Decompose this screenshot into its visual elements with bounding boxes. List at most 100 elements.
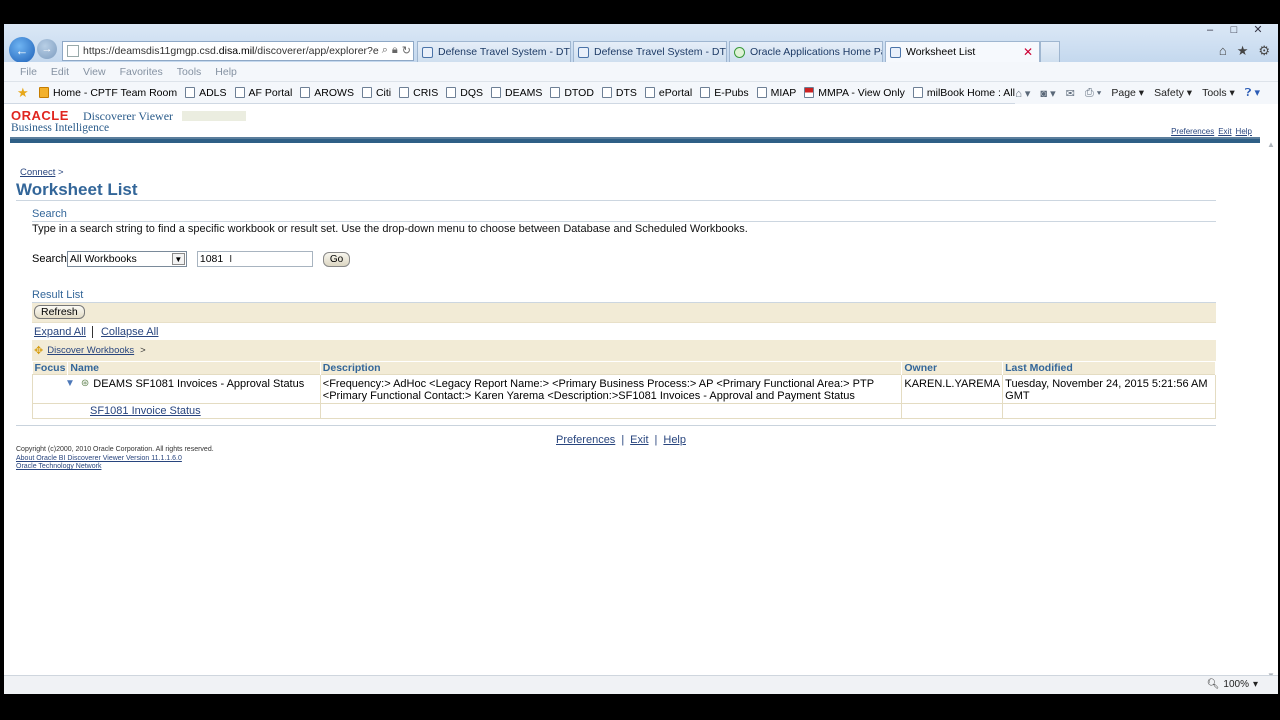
forward-arrow-icon: → <box>41 43 53 55</box>
home-icon[interactable]: ⌂ <box>1219 43 1227 59</box>
global-help-link[interactable]: Help <box>1236 127 1252 136</box>
footer-preferences-link[interactable]: Preferences <box>556 434 615 446</box>
search-input[interactable]: 1081 I <box>196 251 313 267</box>
collapse-triangle-icon[interactable]: ▼ <box>65 378 75 390</box>
close-window-icon[interactable]: ✕ <box>1246 24 1270 38</box>
fav-item-mmpa[interactable]: MMPA - View Only <box>804 87 905 99</box>
search-help-text: Type in a search string to find a specif… <box>32 223 748 235</box>
settings-gear-icon[interactable]: ⚙ <box>1258 43 1270 59</box>
fav-label: Citi <box>375 86 392 99</box>
tools-menu-label: Tools <box>1202 87 1227 99</box>
collapse-all-link[interactable]: Collapse All <box>101 326 158 338</box>
search-icon[interactable]: ⌕ <box>382 44 388 57</box>
menu-tools[interactable]: Tools <box>177 66 202 78</box>
search-scope-select[interactable]: All Workbooks ▼ <box>66 251 187 267</box>
link-separator <box>91 325 93 338</box>
close-tab-icon[interactable]: ✕ <box>1023 45 1033 59</box>
go-button[interactable]: Go <box>322 251 351 267</box>
chevron-down-icon[interactable]: ▾ <box>1253 679 1258 690</box>
fav-page-icon <box>601 87 612 98</box>
menu-favorites[interactable]: Favorites <box>120 66 163 78</box>
tab-dts-1[interactable]: Defense Travel System - DTS <box>417 41 571 62</box>
fav-item-dqs[interactable]: DQS <box>446 87 483 99</box>
page-menu-label: Page <box>1111 87 1136 99</box>
home-page-icon[interactable]: ⌂ ▾ <box>1015 87 1030 100</box>
menu-help[interactable]: Help <box>215 66 237 78</box>
fav-item-citi[interactable]: Citi <box>361 86 392 99</box>
tab-oracle-apps[interactable]: Oracle Applications Home Page <box>729 41 883 62</box>
refresh-icon[interactable]: ↻ <box>402 44 411 57</box>
add-favorite-star-icon[interactable]: ★ <box>17 85 31 101</box>
search-query: 1081 <box>199 253 224 265</box>
safety-menu[interactable]: Safety ▾ <box>1154 87 1192 99</box>
search-scope-value: All Workbooks <box>69 253 137 265</box>
favorites-star-icon[interactable]: ★ <box>1237 43 1249 59</box>
fav-label: AF Portal <box>248 86 293 99</box>
address-bar[interactable]: https://deamsdis11gmgp.csd. disa.mil/disc… <box>62 41 414 61</box>
expand-all-link[interactable]: Expand All <box>34 326 86 338</box>
page-icon <box>67 45 79 57</box>
fav-item-eportal[interactable]: ePortal <box>644 86 693 99</box>
fav-label: ePortal <box>658 86 693 99</box>
menu-file[interactable]: File <box>20 66 37 78</box>
url-prefix: https://deamsdis11gmgp.csd. <box>83 45 219 57</box>
fav-item-cris[interactable]: CRIS <box>399 87 438 99</box>
breadcrumb-connect[interactable]: Connect <box>20 167 55 178</box>
text-cursor-icon: I <box>229 253 233 265</box>
feeds-icon[interactable]: ◙ ▾ <box>1040 87 1055 100</box>
flag-icon <box>804 87 815 98</box>
tab-worksheet-list[interactable]: Worksheet List ✕ <box>885 41 1040 62</box>
product-banner-fade <box>182 111 246 121</box>
zoom-level: 100% <box>1223 679 1249 690</box>
vertical-scrollbar[interactable]: ▲ ▼ <box>1266 140 1276 680</box>
page-content: ORACLE Discoverer Viewer Business Intell… <box>4 105 1278 680</box>
back-button[interactable]: ← <box>9 37 35 63</box>
worksheet-link[interactable]: SF1081 Invoice Status <box>35 405 201 417</box>
fav-item-miap[interactable]: MIAP <box>756 87 796 99</box>
result-toolbar: Refresh <box>32 303 1216 322</box>
tab-dts-2[interactable]: Defense Travel System - DTS <box>573 41 727 62</box>
chevron-down-icon[interactable]: ▼ <box>171 253 185 265</box>
fav-item-deams[interactable]: DEAMS <box>491 87 542 99</box>
fav-label: CRIS <box>413 86 439 99</box>
footer-exit-link[interactable]: Exit <box>630 434 648 446</box>
workbook-icon: ⊛ <box>80 378 90 389</box>
fav-item-dts[interactable]: DTS <box>601 87 637 99</box>
fav-item-dtod[interactable]: DTOD <box>550 87 594 99</box>
fav-item-cptf[interactable]: Home - CPTF Team Room <box>39 87 177 99</box>
global-exit-link[interactable]: Exit <box>1218 127 1231 136</box>
tools-menu[interactable]: Tools ▾ <box>1202 87 1235 99</box>
command-bar: ⌂ ▾ ◙ ▾ ✉ ⎙ ▾ Page ▾ Safety ▾ Tools ▾ ❓︎… <box>1015 82 1278 104</box>
search-row: Search All Workbooks ▼ 1081 I Go <box>32 251 351 267</box>
fav-item-epubs[interactable]: E-Pubs <box>700 87 749 99</box>
global-preferences-link[interactable]: Preferences <box>1171 127 1214 136</box>
forward-button[interactable]: → <box>37 39 57 59</box>
maximize-icon[interactable]: □ <box>1222 24 1246 38</box>
menu-view[interactable]: View <box>83 66 106 78</box>
scroll-up-icon[interactable]: ▲ <box>1266 140 1276 149</box>
workbook-name[interactable]: DEAMS SF1081 Invoices - Approval Status <box>93 378 304 390</box>
search-label: Search <box>32 253 67 265</box>
fav-item-arows[interactable]: AROWS <box>300 87 354 99</box>
mail-icon[interactable]: ✉ <box>1066 87 1075 100</box>
footer-help-link[interactable]: Help <box>663 434 686 446</box>
minimize-icon[interactable]: – <box>1198 24 1222 38</box>
refresh-button[interactable]: Refresh <box>34 305 85 319</box>
zoom-control[interactable]: 🔍︎ 100% ▾ <box>1207 679 1258 690</box>
otn-link[interactable]: Oracle Technology Network <box>16 463 214 472</box>
fav-item-adls[interactable]: ADLS <box>185 87 227 99</box>
back-arrow-icon: ← <box>15 42 29 58</box>
fav-item-af-portal[interactable]: AF Portal <box>234 86 293 99</box>
help-icon[interactable]: ❓︎ ▾ <box>1245 86 1260 100</box>
tab-label: Defense Travel System - DTS <box>594 46 727 58</box>
menu-edit[interactable]: Edit <box>51 66 69 78</box>
page-menu[interactable]: Page ▾ <box>1111 87 1144 99</box>
new-tab-button[interactable] <box>1040 41 1060 62</box>
about-version-link[interactable]: About Oracle BI Discoverer Viewer Versio… <box>16 455 214 464</box>
fav-label: AROWS <box>314 86 354 99</box>
address-actions: ⌕ 🔒︎ ↻ <box>378 44 411 57</box>
lock-icon[interactable]: 🔒︎ <box>392 44 398 57</box>
expand-collapse-row: Expand All Collapse All <box>32 322 1216 340</box>
print-icon[interactable]: ⎙ ▾ <box>1085 87 1101 100</box>
discover-workbooks-link[interactable]: Discover Workbooks <box>47 345 134 356</box>
